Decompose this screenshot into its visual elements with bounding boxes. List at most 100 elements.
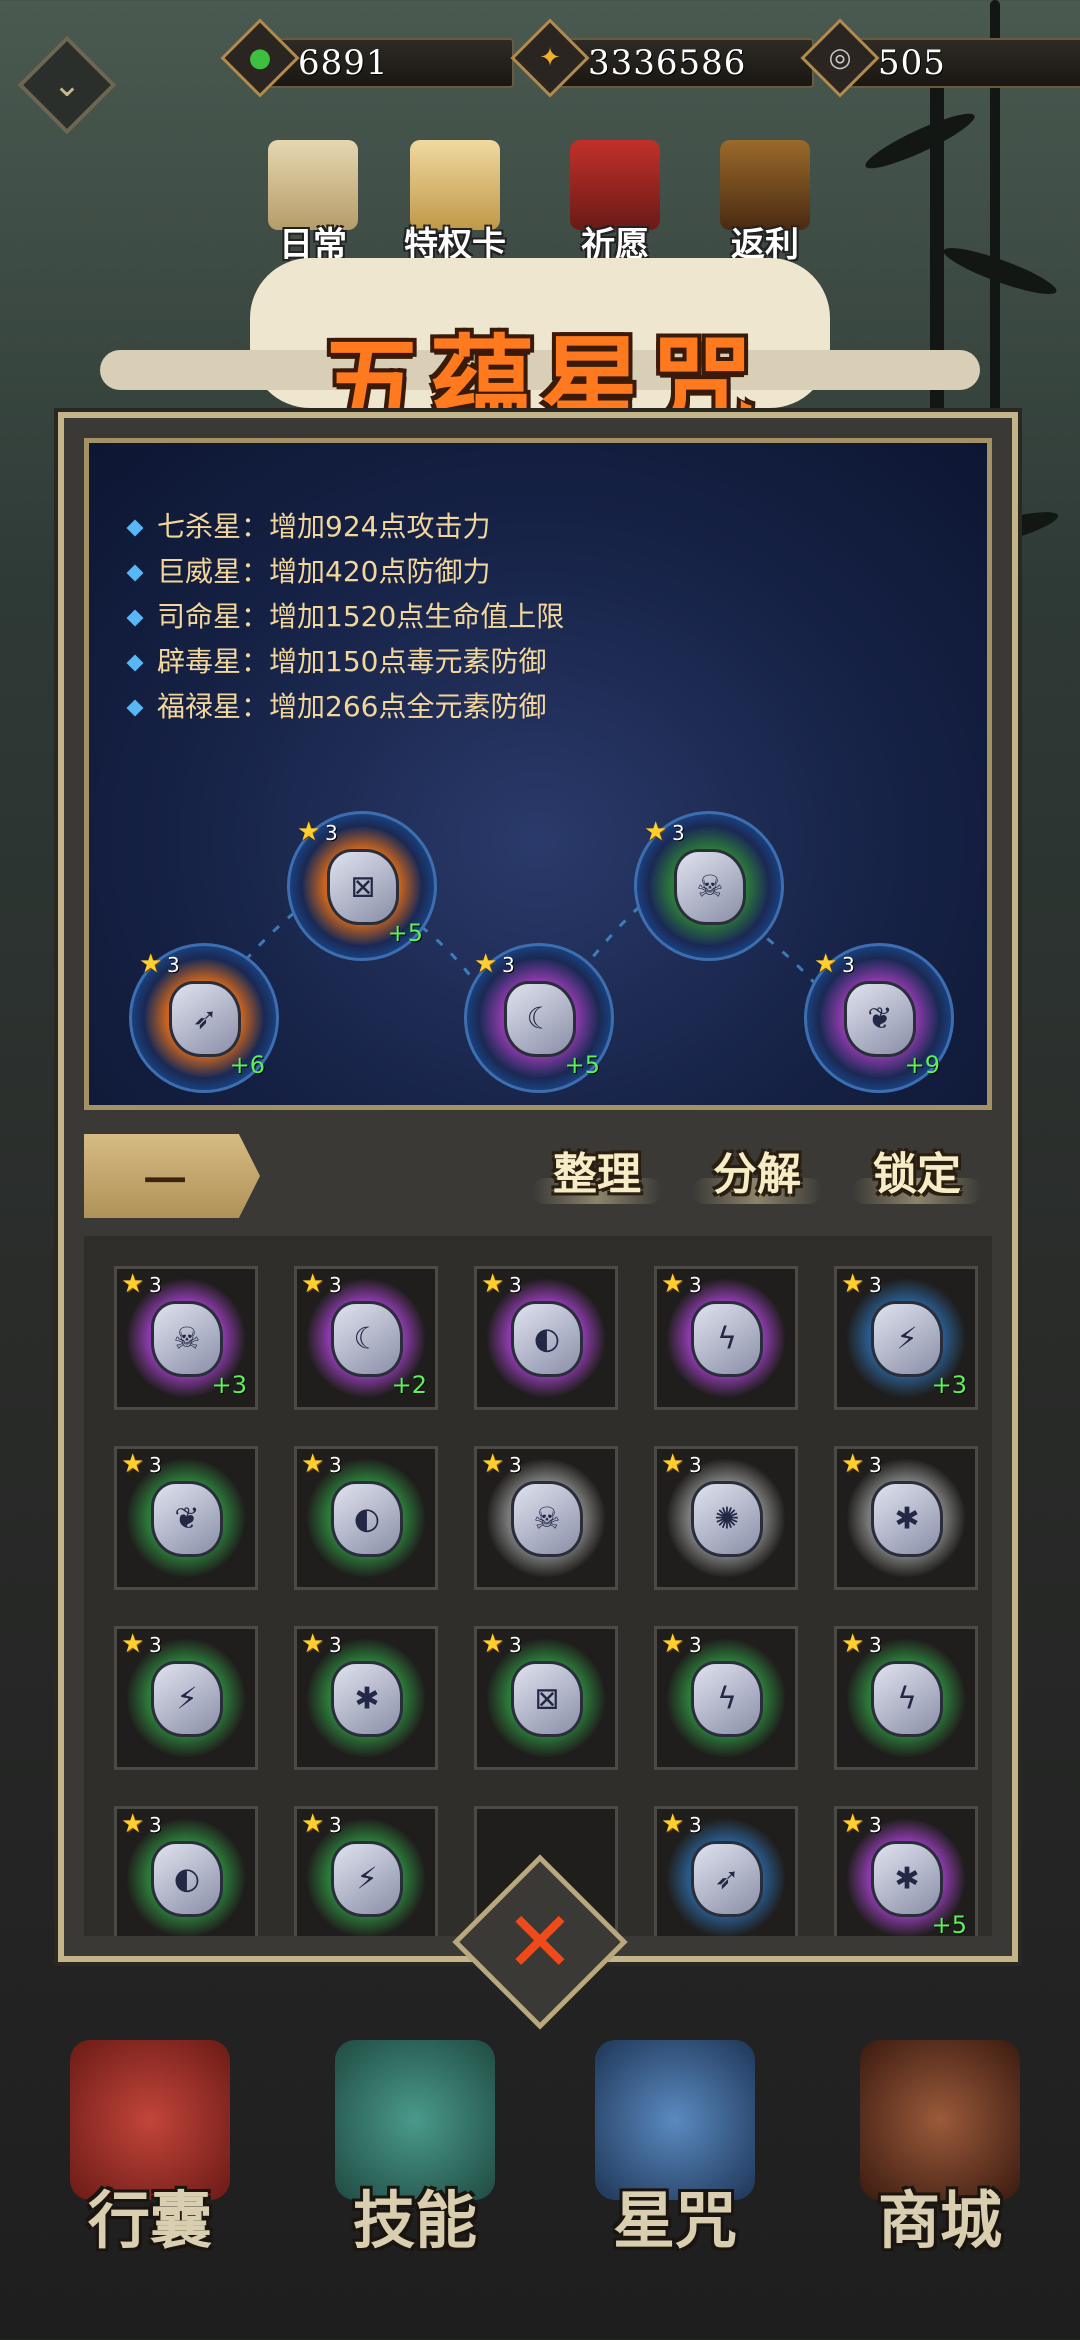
green-jade-icon: ● [220,18,300,98]
inventory-cell[interactable]: ϟ ★ 3 [654,1266,798,1410]
rune-symbol-icon: ☾ [353,1321,381,1357]
rune-symbol-icon: ⚡ [356,1861,378,1897]
inventory-cell[interactable]: ◐ ★ 3 [294,1446,438,1590]
rune-stone: ☠ ★ 3 [481,1449,605,1577]
rune-symbol-icon: ϟ [717,1321,737,1357]
inventory-cell[interactable]: ϟ ★ 3 [654,1626,798,1770]
star-icon: ★ [301,1629,325,1659]
rune-stone: ☾ ★ 3 +5 [474,949,600,1079]
rune-stone: ◐ ★ 3 [481,1269,605,1397]
star-icon: ★ [301,1269,325,1299]
rune-inventory-grid: ☠ ★ 3 +3 ☾ ★ 3 +2 ◐ ★ 3 ϟ ★ 3 ⚡ ★ 3 +3 ❦ ★ 3 ◐ ★ 3 ☠ ★ 3 ✺ ★ 3 ✱ ★ 3 ⚡ ★ 3 ✱… [84,1236,992,1936]
inventory-cell[interactable]: ◐ ★ 3 [474,1266,618,1410]
star-icon: ★ [661,1809,685,1839]
inventory-cell[interactable]: ☾ ★ 3 +2 [294,1266,438,1410]
star-icon: ★ [481,1629,505,1659]
rune-slot-equipped[interactable]: ❦ ★ 3 +9 [804,943,954,1093]
inventory-cell[interactable]: ☠ ★ 3 +3 [114,1266,258,1410]
star-icon: ★ [841,1809,865,1839]
rune-stone: ☾ ★ 3 +2 [301,1269,427,1399]
rune-symbol-icon: ⊠ [534,1681,560,1717]
rune-stone: ➶ ★ 3 +6 [139,949,265,1079]
rune-stone: ✱ ★ 3 [841,1449,965,1577]
star-icon: ★ [841,1629,865,1659]
tab-page-1[interactable]: 一 [84,1134,260,1218]
rune-slot-equipped[interactable]: ☠ ★ 3 [634,811,784,961]
lock-button[interactable]: 锁定 [852,1138,982,1218]
sort-button[interactable]: 整理 [532,1138,662,1218]
rune-symbol-icon: ➶ [714,1861,740,1897]
chevron-down-icon: ⌄ [52,65,82,105]
wing-rune-icon: ❦ [867,1001,893,1037]
rune-stone: ✱ ★ 3 [301,1629,425,1757]
menu-privilege-card[interactable]: 特权卡 [400,140,510,270]
rune-stone: ⊠ ★ 3 +5 [297,817,423,947]
crescent-rune-icon: ☾ [526,1001,554,1037]
star-icon: ★ [661,1449,685,1479]
inventory-cell[interactable]: ⚡ ★ 3 +3 [834,1266,978,1410]
inventory-cell[interactable]: ❦ ★ 3 [114,1446,258,1590]
inventory-cell[interactable]: ✱ ★ 3 [834,1446,978,1590]
inventory-cell[interactable]: ➶ ★ 3 [654,1806,798,1936]
rune-stone: ⚡ ★ 3 [121,1629,245,1757]
back-button[interactable]: ⌄ [17,35,117,135]
rune-symbol-icon: ϟ [717,1681,737,1717]
rune-slot-equipped[interactable]: ➶ ★ 3 +6 [129,943,279,1093]
star-icon: ★ [121,1269,145,1299]
rune-symbol-icon: ϟ [897,1681,917,1717]
star-icon: ★ [841,1449,865,1479]
rune-stone: ❦ ★ 3 [121,1449,245,1577]
resource-silver[interactable]: ◎ 505 [800,18,1080,98]
star-icon: ★ [301,1449,325,1479]
spear-rune-icon: ➶ [192,1001,218,1037]
star-icon: ★ [121,1449,145,1479]
rune-symbol-icon: ⚡ [176,1681,198,1717]
rune-symbol-icon: ☠ [173,1321,201,1357]
rune-symbol-icon: ⚡ [896,1321,918,1357]
rune-symbol-icon: ✱ [894,1861,920,1897]
rune-slot-equipped[interactable]: ☾ ★ 3 +5 [464,943,614,1093]
rune-symbol-icon: ◐ [533,1321,561,1357]
bamboo-leaf [860,105,980,177]
inventory-cell[interactable]: ✱ ★ 3 +5 [834,1806,978,1936]
shield-cross-rune-icon: ⊠ [350,869,376,905]
nav-bag[interactable]: 行囊 [40,2040,260,2260]
inventory-cell[interactable]: ☠ ★ 3 [474,1446,618,1590]
inventory-cell[interactable]: ⊠ ★ 3 [474,1626,618,1770]
inventory-cell[interactable]: ⚡ ★ 3 [114,1626,258,1770]
nav-shop[interactable]: 商城 [830,2040,1050,2260]
inventory-cell[interactable]: ✱ ★ 3 [294,1626,438,1770]
rune-stone: ⊠ ★ 3 [481,1629,605,1757]
star-icon: ★ [297,817,321,847]
rune-symbol-icon: ◐ [173,1861,201,1897]
star-icon: ★ [121,1629,145,1659]
nav-skills[interactable]: 技能 [305,2040,525,2260]
resource-jade[interactable]: ● 6891 [220,18,514,98]
nav-star-curse[interactable]: 星咒 [565,2040,785,2260]
close-icon: ✕ [504,1893,576,1991]
skull-rune-icon: ☠ [696,869,724,905]
rune-stone: ◐ ★ 3 [121,1809,245,1936]
inventory-cell[interactable]: ϟ ★ 3 [834,1626,978,1770]
rune-symbol-icon: ❦ [174,1501,200,1537]
star-curse-panel: 七杀星：增加924点攻击力 巨威星：增加420点防御力 司命星：增加1520点生… [58,412,1018,1962]
rune-slot-equipped[interactable]: ⊠ ★ 3 +5 [287,811,437,961]
rune-stone: ϟ ★ 3 [661,1269,785,1397]
bamboo-leaf [939,240,1061,302]
rune-stone: ✱ ★ 3 +5 [841,1809,967,1936]
menu-wish[interactable]: 祈愿 [560,140,670,270]
menu-rebate[interactable]: 返利 [710,140,820,270]
star-icon: ★ [814,949,838,979]
decompose-button[interactable]: 分解 [692,1138,822,1218]
inventory-cell[interactable]: ⚡ ★ 3 [294,1806,438,1936]
menu-daily[interactable]: 日常 [258,140,368,270]
resource-bar: ● 6891 ✦ 3336586 ◎ 505 [220,18,1080,98]
rune-stone: ◐ ★ 3 [301,1449,425,1577]
inventory-cell[interactable]: ◐ ★ 3 [114,1806,258,1936]
rune-stone: ϟ ★ 3 [841,1629,965,1757]
resource-gold[interactable]: ✦ 3336586 [510,18,814,98]
rune-symbol-icon: ✱ [894,1501,920,1537]
rune-symbol-icon: ✺ [714,1501,740,1537]
rune-stone: ☠ ★ 3 +3 [121,1269,247,1399]
inventory-cell[interactable]: ✺ ★ 3 [654,1446,798,1590]
